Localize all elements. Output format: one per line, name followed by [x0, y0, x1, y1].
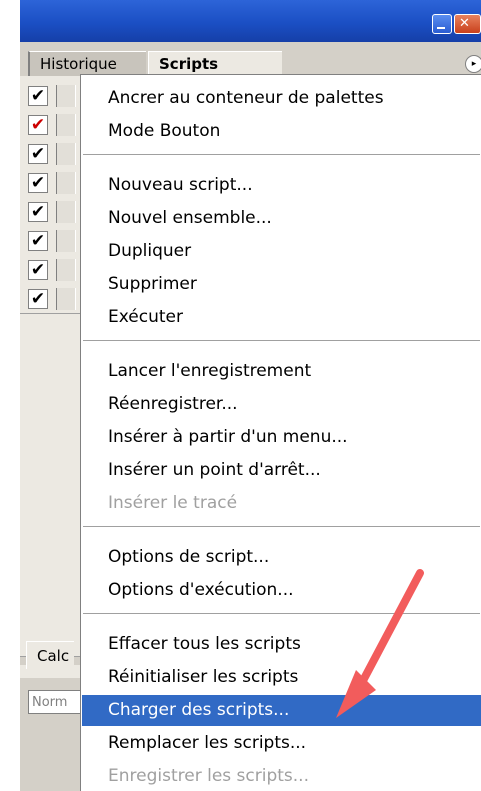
script-row[interactable]: ✔ — [20, 197, 80, 227]
menu-item-nouveau-script[interactable]: Nouveau script... — [82, 170, 481, 201]
dialog-toggle-box[interactable] — [56, 172, 76, 194]
menu-item-reinitialiser-les-scripts[interactable]: Réinitialiser les scripts — [82, 662, 481, 693]
menu-item-enregistrer-les-scripts: Enregistrer les scripts... — [108, 766, 309, 786]
dialog-toggle-box[interactable] — [56, 259, 76, 281]
menu-item-mode-bouton[interactable]: Mode Bouton — [82, 116, 481, 147]
palette-tabs: Historique Scripts ▸ — [20, 42, 481, 77]
menu-separator — [83, 526, 480, 528]
dialog-toggle-box[interactable] — [56, 143, 76, 165]
menu-item-nouvel-ensemble[interactable]: Nouvel ensemble... — [82, 203, 481, 234]
menu-item-options-d-execution[interactable]: Options d'exécution... — [82, 575, 481, 606]
menu-item-inserer-un-point-d-arret[interactable]: Insérer un point d'arrêt... — [82, 455, 481, 486]
palette-menu-icon[interactable]: ▸ — [465, 55, 481, 73]
minimize-button[interactable] — [432, 14, 452, 34]
dialog-toggle-box[interactable] — [56, 230, 76, 252]
dialog-toggle-box[interactable] — [56, 85, 76, 107]
script-row[interactable]: ✔ — [20, 110, 80, 140]
script-row[interactable]: ✔ — [20, 168, 80, 198]
menu-item-inserer-a-partir-d-un-menu[interactable]: Insérer à partir d'un menu... — [82, 422, 481, 453]
script-row[interactable]: ✔ — [20, 284, 80, 314]
context-menu: Ancrer au conteneur de palettes Mode Bout… — [80, 74, 481, 791]
menu-item-inserer-le-trace: Insérer le tracé — [108, 493, 238, 513]
blend-mode-select[interactable]: Norm — [28, 690, 86, 714]
title-bar — [20, 0, 481, 42]
menu-item-options-de-script[interactable]: Options de script... — [82, 542, 481, 573]
menu-item-effacer-tous-les-scripts[interactable]: Effacer tous les scripts — [82, 629, 481, 660]
tab-historique[interactable]: Historique — [28, 51, 146, 76]
menu-separator — [83, 340, 480, 342]
checkbox-check-icon[interactable]: ✔ — [28, 144, 48, 164]
menu-item-reenregistrer[interactable]: Réenregistrer... — [82, 389, 481, 420]
screenshot: Historique Scripts ▸ ✔✔✔✔✔✔✔✔ Calc Norm … — [0, 0, 481, 791]
dialog-toggle-box[interactable] — [56, 288, 76, 310]
checkbox-check-icon[interactable]: ✔ — [28, 86, 48, 106]
menu-separator — [83, 154, 480, 156]
checkbox-check-icon[interactable]: ✔ — [28, 231, 48, 251]
menu-item-charger-des-scripts[interactable]: Charger des scripts... — [82, 695, 481, 726]
close-button[interactable] — [454, 14, 481, 34]
menu-separator — [83, 613, 480, 615]
tab-calques[interactable]: Calc — [26, 641, 74, 669]
menu-item-executer[interactable]: Exécuter — [82, 302, 481, 333]
script-row[interactable]: ✔ — [20, 139, 80, 169]
checkbox-check-icon[interactable]: ✔ — [28, 115, 48, 135]
script-row[interactable]: ✔ — [20, 81, 80, 111]
checkbox-check-icon[interactable]: ✔ — [28, 202, 48, 222]
menu-item-supprimer[interactable]: Supprimer — [82, 269, 481, 300]
checkbox-check-icon[interactable]: ✔ — [28, 289, 48, 309]
dialog-toggle-box[interactable] — [56, 114, 76, 136]
tab-scripts[interactable]: Scripts — [148, 51, 282, 76]
checkbox-check-icon[interactable]: ✔ — [28, 173, 48, 193]
script-row[interactable]: ✔ — [20, 226, 80, 256]
dialog-toggle-box[interactable] — [56, 201, 76, 223]
menu-item-remplacer-les-scripts[interactable]: Remplacer les scripts... — [82, 728, 481, 759]
menu-item-ancrer-au-conteneur-de-palettes[interactable]: Ancrer au conteneur de palettes — [82, 83, 481, 114]
script-row[interactable]: ✔ — [20, 255, 80, 285]
menu-item-dupliquer[interactable]: Dupliquer — [82, 236, 481, 267]
menu-item-lancer-l-enregistrement[interactable]: Lancer l'enregistrement — [82, 356, 481, 387]
checkbox-check-icon[interactable]: ✔ — [28, 260, 48, 280]
